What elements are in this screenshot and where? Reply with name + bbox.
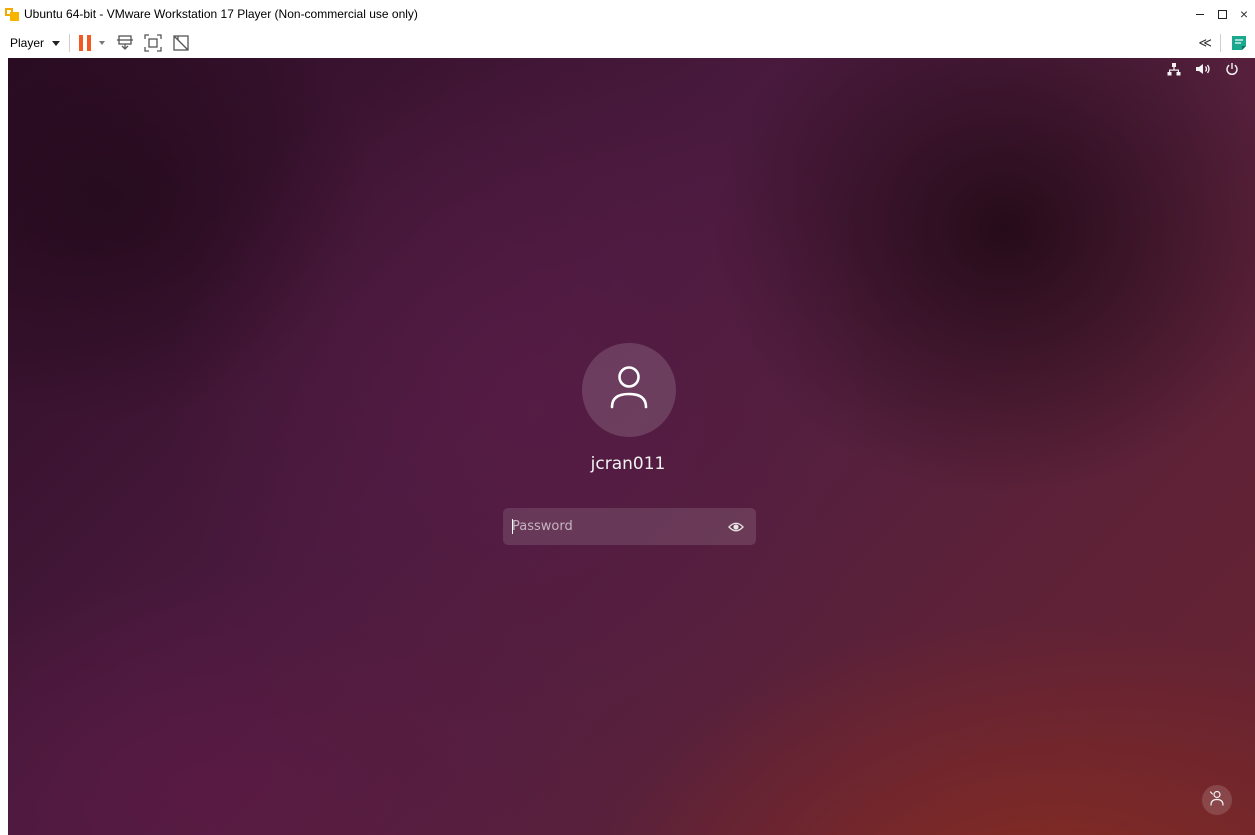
player-menu-button[interactable]: Player bbox=[10, 36, 61, 50]
minimize-button[interactable] bbox=[1189, 0, 1211, 28]
vmware-player-icon bbox=[4, 6, 22, 22]
send-ctrl-alt-del-icon[interactable] bbox=[114, 32, 136, 54]
player-menu-label: Player bbox=[10, 36, 45, 50]
unity-off-icon[interactable] bbox=[170, 32, 192, 54]
fit-guest-icon[interactable] bbox=[142, 32, 164, 54]
maximize-button[interactable] bbox=[1211, 0, 1233, 28]
password-field[interactable] bbox=[503, 508, 756, 545]
accessibility-button[interactable] bbox=[1202, 785, 1232, 815]
unity-collapse-icon[interactable]: ≪ bbox=[1198, 35, 1212, 51]
toolbar-right-group: ≪ bbox=[1198, 28, 1247, 58]
power-icon[interactable] bbox=[1225, 62, 1239, 76]
password-input[interactable] bbox=[503, 508, 721, 545]
player-toolbar: Player ≪ bbox=[0, 28, 1255, 58]
window-controls: × bbox=[1189, 0, 1255, 28]
power-options-dropdown[interactable] bbox=[99, 41, 106, 45]
system-tray[interactable] bbox=[1167, 62, 1239, 76]
close-button[interactable]: × bbox=[1233, 0, 1255, 28]
user-icon bbox=[609, 365, 649, 416]
accessibility-icon bbox=[1209, 790, 1225, 811]
user-avatar[interactable] bbox=[582, 343, 676, 437]
guest-screen[interactable]: jcran011 bbox=[8, 58, 1255, 835]
window-titlebar: Ubuntu 64-bit - VMware Workstation 17 Pl… bbox=[0, 0, 1255, 28]
window-title: Ubuntu 64-bit - VMware Workstation 17 Pl… bbox=[24, 7, 418, 21]
notes-icon[interactable] bbox=[1231, 35, 1247, 51]
eye-icon[interactable] bbox=[721, 512, 751, 542]
toolbar-separator bbox=[69, 34, 71, 52]
volume-icon[interactable] bbox=[1195, 62, 1211, 76]
text-cursor bbox=[512, 519, 513, 534]
chevron-down-icon bbox=[52, 40, 61, 46]
toolbar-separator bbox=[1220, 34, 1221, 52]
pause-icon[interactable] bbox=[79, 35, 92, 51]
username-label: jcran011 bbox=[590, 454, 666, 474]
network-icon[interactable] bbox=[1167, 62, 1181, 76]
